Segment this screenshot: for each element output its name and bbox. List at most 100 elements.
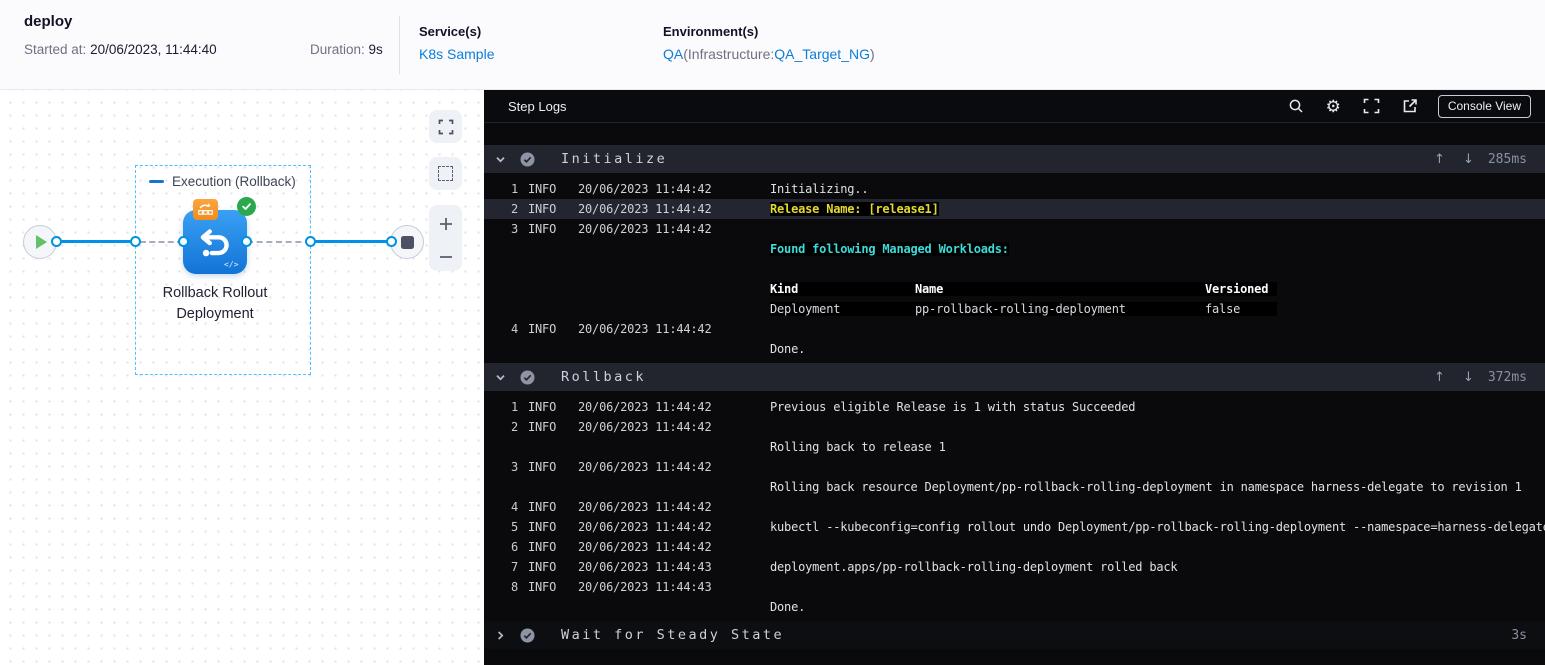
log-timestamp: 20/06/2023 11:44:42 (578, 202, 712, 216)
step-success-check-icon (237, 197, 256, 216)
log-level: INFO (528, 560, 557, 574)
log-line-number[interactable]: 7 (492, 560, 518, 574)
log-level: INFO (528, 202, 557, 216)
log-message: Release Name: [release1] (770, 202, 1545, 216)
log-line: Done. (484, 597, 1545, 617)
log-message-segment: Name (915, 282, 1205, 296)
rollout-deployment-badge-icon (193, 199, 218, 220)
log-line-number[interactable]: 1 (492, 400, 518, 414)
log-message-segment: Initializing.. (770, 182, 869, 196)
log-line: 8 INFO 20/06/2023 11:44:43 (484, 577, 1545, 597)
log-timestamp: 20/06/2023 11:44:42 (578, 400, 712, 414)
expand-logs-icon[interactable] (1363, 98, 1380, 114)
log-message-segment: kubectl --kubeconfig=config rollout undo… (770, 520, 1545, 534)
log-line: 2 INFO 20/06/2023 11:44:42 (484, 417, 1545, 437)
log-timestamp: 20/06/2023 11:44:43 (578, 560, 712, 574)
service-link[interactable]: K8s Sample (419, 46, 494, 62)
scroll-to-bottom-icon[interactable]: ↓ (1463, 370, 1474, 385)
step-logs-titlebar: Step Logs ⚙ Console View (484, 90, 1545, 123)
log-line-number[interactable]: 4 (492, 322, 518, 336)
step-logs-title: Step Logs (508, 98, 567, 114)
log-line-number[interactable]: 2 (492, 202, 518, 216)
open-in-new-tab-icon[interactable] (1402, 98, 1418, 114)
rollback-arrow-icon (200, 229, 229, 257)
log-line-number[interactable]: 5 (492, 520, 518, 534)
environment-link[interactable]: QA (663, 46, 683, 62)
scroll-to-bottom-icon[interactable]: ↓ (1463, 152, 1474, 167)
log-message: Done. (770, 342, 1545, 356)
fullscreen-icon (438, 119, 453, 134)
scroll-to-top-icon[interactable]: ↑ (1434, 370, 1445, 385)
log-message-segment: Found following Managed Workloads: (770, 242, 1009, 256)
section-title: Wait for Steady State (561, 627, 785, 643)
zoom-in-icon[interactable] (438, 216, 454, 232)
chevron-down-icon[interactable] (494, 154, 507, 165)
scroll-to-top-icon[interactable]: ↑ (1434, 152, 1445, 167)
log-timestamp: 20/06/2023 11:44:42 (578, 500, 712, 514)
log-line-number[interactable]: 6 (492, 540, 518, 554)
log-line: Deployment pp-rollback-rolling-deployment… (484, 299, 1545, 319)
log-line: 5 INFO 20/06/2023 11:44:42 kubectl --kubeco… (484, 517, 1545, 537)
section-duration: 372ms (1487, 369, 1527, 385)
infrastructure-link[interactable]: QA_Target_NG (774, 46, 870, 62)
execution-header: deploy Started at: 20/06/2023, 11:44:40 … (0, 0, 1545, 90)
log-message: Initializing.. (770, 182, 1545, 196)
log-message: Deployment pp-rollback-rolling-deployment… (770, 302, 1545, 316)
log-message-segment: Rolling back to release 1 (770, 440, 946, 454)
collapse-dash-icon[interactable] (149, 179, 164, 184)
log-message-segment: Release Name: [release1] (770, 202, 939, 216)
log-line-number[interactable]: 3 (492, 460, 518, 474)
execution-group-label[interactable]: Execution (Rollback) (149, 174, 296, 189)
log-section-header-wait-for-steady-state[interactable]: Wait for Steady State 3s (484, 621, 1545, 649)
log-message-segment: false (1205, 302, 1277, 316)
step-logs-panel: Step Logs ⚙ Console View Initialize ↑ ↓ 285… (484, 90, 1545, 665)
log-section-body-rollback: 1 INFO 20/06/2023 11:44:42 Previous eligibl… (484, 391, 1545, 619)
pipeline-canvas[interactable]: Execution (Rollback) </> Rollback Rollou… (0, 90, 484, 665)
log-line: 6 INFO 20/06/2023 11:44:42 (484, 537, 1545, 557)
section-duration: 3s (1511, 627, 1527, 643)
log-level: INFO (528, 580, 557, 594)
log-section-header-rollback[interactable]: Rollback ↑ ↓ 372ms (484, 363, 1545, 391)
connector-dot (386, 236, 397, 247)
log-timestamp: 20/06/2023 11:44:42 (578, 222, 712, 236)
edge-start-to-group (57, 240, 135, 243)
canvas-fullscreen-button[interactable] (429, 110, 462, 143)
gear-icon[interactable]: ⚙ (1326, 98, 1341, 115)
chevron-right-icon[interactable] (494, 630, 507, 641)
log-line: Kind Name Versioned (484, 279, 1545, 299)
log-section-body-initialize: 1 INFO 20/06/2023 11:44:42 Initializing.. 2 I… (484, 173, 1545, 361)
console-view-button[interactable]: Console View (1437, 94, 1531, 118)
log-line: Found following Managed Workloads: (484, 239, 1545, 259)
section-duration: 285ms (1487, 151, 1527, 167)
log-line: 4 INFO 20/06/2023 11:44:42 (484, 319, 1545, 339)
search-icon[interactable] (1288, 98, 1304, 114)
log-message: Done. (770, 600, 1545, 614)
log-level: INFO (528, 540, 557, 554)
log-message: deployment.apps/pp-rollback-rolling-depl… (770, 560, 1545, 574)
canvas-reset-selection-button[interactable] (429, 157, 462, 190)
chevron-down-icon[interactable] (494, 372, 507, 383)
log-line-number[interactable]: 8 (492, 580, 518, 594)
step-label-line1: Rollback Rollout (162, 285, 268, 301)
log-line: 3 INFO 20/06/2023 11:44:42 (484, 457, 1545, 477)
log-section-header-initialize[interactable]: Initialize ↑ ↓ 285ms (484, 145, 1545, 173)
log-line-number[interactable]: 4 (492, 500, 518, 514)
log-level: INFO (528, 182, 557, 196)
log-line-number[interactable]: 2 (492, 420, 518, 434)
log-line: Done. (484, 339, 1545, 359)
log-level: INFO (528, 460, 557, 474)
log-line-number[interactable]: 3 (492, 222, 518, 236)
step-label-line2: Deployment (176, 306, 254, 322)
section-success-check-icon (520, 628, 535, 643)
connector-dot (241, 236, 252, 247)
play-icon (36, 235, 47, 249)
connector-dot (178, 236, 189, 247)
log-timestamp: 20/06/2023 11:44:42 (578, 322, 712, 336)
services-label: Service(s) (419, 24, 482, 39)
log-timestamp: 20/06/2023 11:44:42 (578, 182, 712, 196)
log-message: Kind Name Versioned (770, 282, 1545, 296)
log-timestamp: 20/06/2023 11:44:42 (578, 460, 712, 474)
zoom-out-icon[interactable] (438, 254, 454, 260)
log-line-number[interactable]: 1 (492, 182, 518, 196)
